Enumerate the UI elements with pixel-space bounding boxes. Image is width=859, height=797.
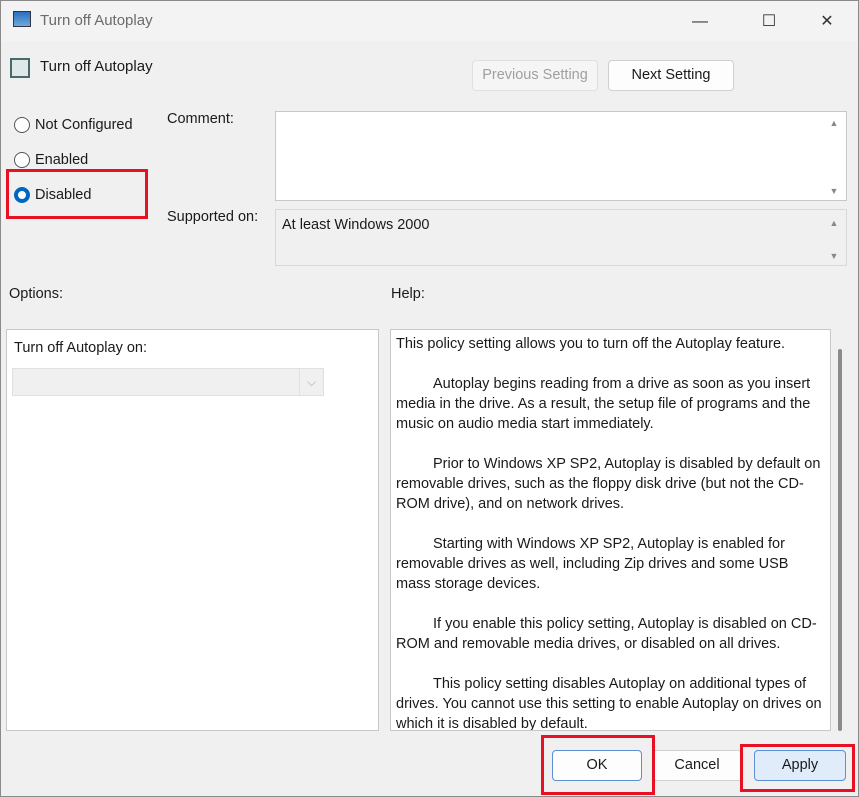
scroll-down-icon[interactable]: ▼	[826, 251, 842, 261]
next-setting-button[interactable]: Next Setting	[608, 60, 734, 91]
policy-name: Turn off Autoplay	[40, 58, 153, 75]
minimize-button[interactable]: —	[677, 7, 723, 37]
scroll-down-icon[interactable]: ▼	[826, 186, 842, 196]
policy-dialog: Turn off Autoplay — ☐ ✕ Turn off Autopla…	[0, 0, 859, 797]
help-paragraph: Prior to Windows XP SP2, Autoplay is dis…	[396, 456, 821, 512]
highlight-disabled	[6, 169, 148, 219]
policy-setting-icon	[10, 58, 30, 78]
supported-on-label: Supported on:	[167, 209, 259, 225]
help-paragraph: Starting with Windows XP SP2, Autoplay i…	[396, 536, 789, 592]
radio-circle[interactable]	[14, 152, 30, 168]
cancel-button[interactable]: Cancel	[652, 750, 742, 781]
help-label: Help:	[391, 286, 425, 302]
help-paragraph: If you enable this policy setting, Autop…	[396, 616, 817, 652]
help-paragraph: This policy setting allows you to turn o…	[396, 336, 786, 352]
help-paragraph: Autoplay begins reading from a drive as …	[396, 376, 811, 432]
options-field-label: Turn off Autoplay on:	[14, 340, 148, 356]
help-paragraph: This policy setting disables Autoplay on…	[396, 676, 822, 731]
radio-not-configured[interactable]: Not Configured	[14, 117, 133, 133]
options-panel: Turn off Autoplay on: ⌵	[6, 329, 379, 731]
options-label: Options:	[9, 286, 63, 302]
scroll-up-icon[interactable]: ▲	[826, 218, 842, 228]
radio-label: Not Configured	[35, 117, 133, 133]
help-scrollbar[interactable]	[838, 349, 842, 731]
scroll-up-icon[interactable]: ▲	[826, 118, 842, 128]
radio-enabled[interactable]: Enabled	[14, 152, 88, 168]
previous-setting-button[interactable]: Previous Setting	[472, 60, 598, 91]
title-bar: Turn off Autoplay — ☐ ✕	[1, 1, 858, 41]
radio-label: Enabled	[35, 152, 89, 168]
window-title: Turn off Autoplay	[40, 12, 153, 29]
highlight-ok	[541, 735, 655, 795]
autoplay-drives-select[interactable]: ⌵	[12, 368, 324, 396]
comment-input[interactable]: ▲ ▼	[275, 111, 847, 201]
supported-on-value: At least Windows 2000	[282, 217, 430, 233]
comment-label: Comment:	[167, 111, 234, 127]
highlight-apply	[740, 744, 855, 792]
policy-app-icon	[13, 11, 31, 27]
maximize-button[interactable]: ☐	[746, 7, 792, 37]
close-button[interactable]: ✕	[804, 7, 850, 37]
chevron-down-icon[interactable]: ⌵	[299, 369, 323, 395]
radio-circle[interactable]	[14, 117, 30, 133]
supported-on-field: At least Windows 2000 ▲ ▼	[275, 209, 847, 266]
help-text: This policy setting allows you to turn o…	[390, 329, 831, 731]
